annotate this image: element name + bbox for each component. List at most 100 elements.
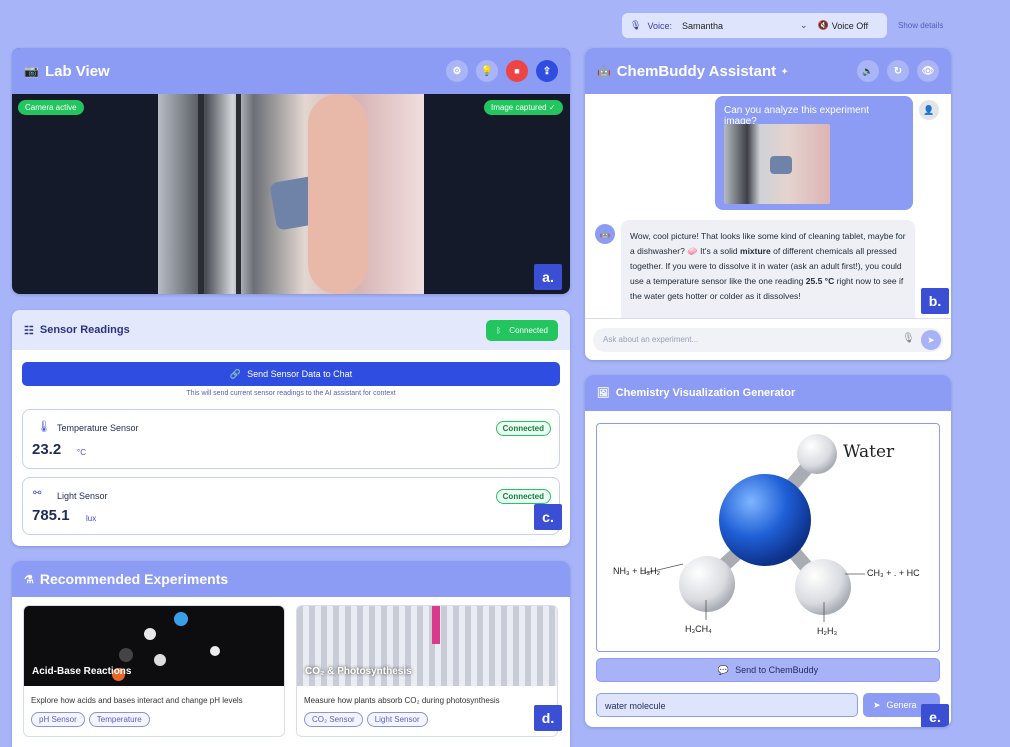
hydrogen-atom: [795, 559, 851, 615]
lab-view-header: 📷 Lab View ⚙ 💡 ■ ⇪: [12, 48, 570, 94]
marker-e: e.: [921, 704, 949, 727]
send-to-chembuddy-label: Send to ChemBuddy: [735, 665, 819, 675]
flask-icon: ⚗: [24, 573, 34, 586]
photosynthesis-desc: Measure how plants absorb CO₂ during pho…: [304, 696, 500, 705]
chat-input[interactable]: Ask about an experiment...: [603, 335, 698, 344]
lightbulb-icon: 💡: [480, 65, 494, 77]
molecule-atom: [210, 646, 220, 656]
send-sensor-hint: This will send current sensor readings t…: [186, 390, 396, 397]
speaker-muted-icon[interactable]: 🔇: [818, 20, 829, 31]
tag-ph-sensor[interactable]: pH Sensor: [31, 712, 85, 727]
experiments-header: ⚗ Recommended Experiments: [12, 561, 570, 597]
image-label-right: CH₃ + . + HC: [867, 568, 920, 578]
lab-view-title: Lab View: [44, 62, 110, 80]
tag-temperature[interactable]: Temperature: [88, 712, 150, 727]
chat-input-bar: Ask about an experiment... 🎙 ➤: [585, 318, 951, 360]
oxygen-atom: [719, 474, 811, 566]
lab-view-panel: 📷 Lab View ⚙ 💡 ■ ⇪ Camera active Image c…: [12, 48, 570, 294]
pipette: [432, 606, 440, 644]
lightbulb-button[interactable]: 💡: [476, 60, 498, 82]
sensor-readings-title: Sensor Readings: [39, 324, 130, 336]
stop-camera-button[interactable]: ■: [506, 60, 528, 82]
voice-select[interactable]: Samantha: [682, 21, 800, 31]
molecule-atom: [144, 628, 156, 640]
molecule-atom: [154, 654, 166, 666]
visualization-image: Water NH₃ + H₃H₂ CH₃ + . + HC H₃CH₄ H₂H₃: [596, 423, 940, 652]
user-message-image: [724, 124, 830, 204]
prompt-input[interactable]: water molecule: [596, 693, 858, 717]
camera-icon: 📷: [24, 64, 39, 78]
tag-co2-sensor[interactable]: CO₂ Sensor: [304, 712, 363, 727]
hydrogen-atom: [679, 556, 735, 612]
light-sensor-name: Light Sensor: [57, 491, 108, 501]
assistant-title: ChemBuddy Assistant: [616, 62, 777, 80]
chevron-down-icon[interactable]: ⌄: [800, 20, 808, 31]
viz-title: Chemistry Visualization Generator: [615, 387, 796, 399]
upload-button[interactable]: ⇪: [536, 60, 558, 82]
bot-message-bold1: mixture: [740, 246, 771, 256]
prompt-input-value: water molecule: [605, 701, 666, 711]
send-sensor-data-button[interactable]: 🔗 Send Sensor Data to Chat: [22, 362, 560, 386]
send-to-chembuddy-button[interactable]: 💬 Send to ChemBuddy: [596, 658, 940, 682]
sensor-readings-panel: ☷ Sensor Readings ᛒ Connected 🔗 Send Sen…: [12, 310, 570, 546]
window-frame: [198, 94, 204, 294]
camera-status-badge: Camera active: [18, 100, 84, 115]
photosynthesis-image: CO₂ & Photosynthesis: [297, 606, 557, 686]
tablet-object: [770, 156, 792, 174]
photosynthesis-tags: CO₂ Sensor Light Sensor: [297, 709, 557, 727]
marker-a: a.: [534, 264, 562, 290]
capture-status-badge: Image captured ✓: [484, 100, 563, 115]
send-icon: ➤: [873, 699, 881, 710]
temperature-sensor-card: 🌡 Temperature Sensor Connected 23.2 °C: [22, 409, 560, 469]
tag-light-sensor[interactable]: Light Sensor: [366, 712, 428, 727]
temperature-unit: °C: [77, 448, 86, 457]
experiments-title: Recommended Experiments: [39, 571, 229, 587]
bot-avatar: 🤖: [595, 224, 615, 244]
experiment-card-acid-base[interactable]: Acid-Base Reactions Explore how acids an…: [23, 605, 285, 737]
show-details-link[interactable]: Show details: [898, 21, 943, 30]
sensor-header: ☷ Sensor Readings ᛒ Connected: [12, 310, 570, 350]
send-message-button[interactable]: ➤: [921, 330, 941, 350]
marker-b: b.: [921, 288, 949, 314]
acid-base-image: Acid-Base Reactions: [24, 606, 284, 686]
visibility-button[interactable]: 👁: [917, 60, 939, 82]
light-sensor-card: ⚯ Light Sensor Connected 785.1 lux: [22, 477, 560, 535]
window-frame: [236, 94, 241, 294]
voice-off-button[interactable]: Voice Off: [832, 21, 868, 31]
light-value: 785.1: [32, 507, 70, 524]
microphone-icon[interactable]: 🎙: [902, 333, 915, 344]
eye-icon: 👁: [921, 65, 935, 77]
acid-base-tags: pH Sensor Temperature: [24, 709, 284, 727]
voice-bar: 🎙 Voice: Samantha ⌄ 🔇 Voice Off: [622, 13, 887, 38]
chat-input-box[interactable]: Ask about an experiment... 🎙 ➤: [593, 328, 943, 352]
gear-icon: ⚙: [452, 65, 462, 77]
user-icon: 👤: [923, 104, 935, 115]
stop-icon: ■: [514, 66, 520, 76]
image-label-title: Water: [843, 442, 895, 462]
speaker-icon: 🔈: [862, 65, 874, 76]
experiment-card-photosynthesis[interactable]: CO₂ & Photosynthesis Measure how plants …: [296, 605, 558, 737]
bot-message: Wow, cool picture! That looks like some …: [621, 220, 915, 318]
assistant-panel: 🤖 ChemBuddy Assistant ✦ 🔈 ↻ 👁 Can you an…: [585, 48, 951, 360]
chat-bubble-icon: 💬: [717, 664, 730, 675]
mute-button[interactable]: 🔈: [857, 60, 879, 82]
settings-button[interactable]: ⚙: [446, 60, 468, 82]
image-label-bottom-left: H₃CH₄: [685, 624, 712, 634]
connection-status-badge: ᛒ Connected: [486, 319, 558, 341]
molecule-atom: [174, 612, 188, 626]
refresh-button[interactable]: ↻: [887, 60, 909, 82]
acid-base-title: Acid-Base Reactions: [32, 666, 132, 677]
image-icon: 🖼: [597, 387, 610, 399]
image-label-left: NH₃ + H₃H₂: [613, 566, 661, 576]
camera-feed: [158, 94, 424, 294]
sparkle-icon: ✦: [781, 66, 788, 76]
voice-label: Voice:: [647, 20, 672, 31]
chat-area: Can you analyze this experiment image? 👤…: [585, 94, 951, 318]
temperature-sensor-name: Temperature Sensor: [57, 423, 139, 433]
upload-icon: ⇪: [542, 65, 552, 77]
light-sensor-status: Connected: [495, 489, 551, 504]
sliders-icon: ☷: [24, 324, 34, 337]
viz-header: 🖼 Chemistry Visualization Generator: [585, 375, 951, 411]
send-icon: ➤: [927, 334, 935, 345]
light-sensor-icon: ⚯: [33, 488, 42, 499]
